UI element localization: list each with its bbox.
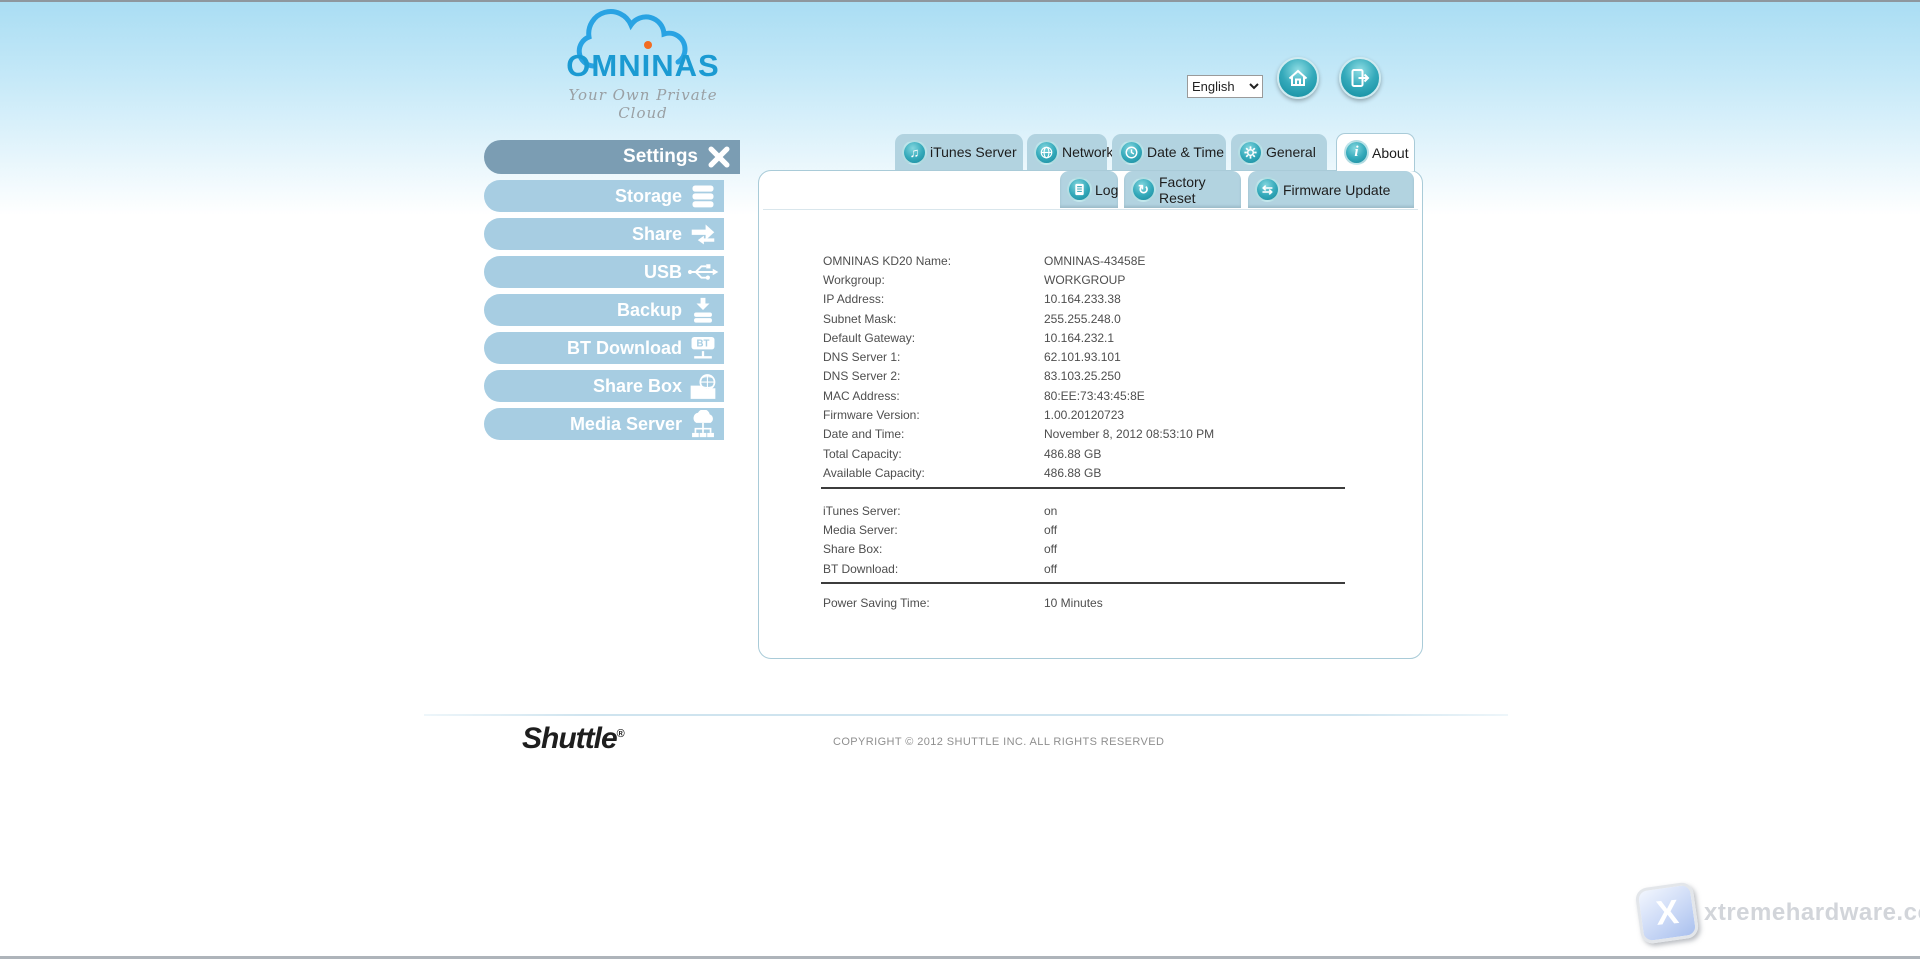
info-row: Default Gateway:10.164.232.1 — [823, 328, 1383, 347]
separator-line — [821, 582, 1345, 584]
share-box-icon — [686, 371, 720, 401]
globe-icon — [1034, 140, 1059, 165]
info-row: Available Capacity:486.88 GB — [823, 463, 1383, 482]
page: { "header": { "brand": "OMNINAS", "tagli… — [0, 0, 1920, 959]
bt-download-icon: BT — [686, 333, 720, 363]
backup-icon — [686, 295, 720, 325]
media-server-icon — [686, 409, 720, 439]
service-status-list: iTunes Server:on Media Server:off Share … — [823, 501, 1383, 578]
info-icon: i — [1344, 140, 1369, 165]
separator-line — [821, 487, 1345, 489]
info-row: OMNINAS KD20 Name:OMNINAS-43458E — [823, 251, 1383, 270]
info-row: Total Capacity:486.88 GB — [823, 444, 1383, 463]
usb-icon — [686, 257, 720, 287]
sidebar-item-share-box[interactable]: Share Box — [484, 370, 724, 402]
info-row: Firmware Version:1.00.20120723 — [823, 405, 1383, 424]
subtab-firmware-update[interactable]: ⇆ Firmware Update — [1248, 171, 1414, 208]
language-select[interactable]: English — [1187, 75, 1263, 98]
sidebar-item-usb[interactable]: USB — [484, 256, 724, 288]
sidebar: Settings Storage Share USB — [484, 140, 740, 446]
tab-general[interactable]: General — [1231, 134, 1327, 170]
home-icon — [1286, 66, 1310, 90]
xtremehardware-x-icon: X — [1634, 881, 1699, 945]
sidebar-item-media-server[interactable]: Media Server — [484, 408, 724, 440]
music-note-icon: ♫ — [902, 140, 927, 165]
service-row: iTunes Server:on — [823, 501, 1383, 520]
sidebar-item-bt-download[interactable]: BT Download BT — [484, 332, 724, 364]
brand-wordmark: OMNINAS — [548, 48, 738, 84]
subtab-log[interactable]: Log — [1060, 171, 1118, 208]
logout-button[interactable] — [1339, 57, 1381, 99]
tools-icon — [702, 142, 736, 172]
sidebar-item-settings[interactable]: Settings — [484, 140, 740, 174]
watermark-text: xtremehardware.com — [1704, 899, 1920, 927]
power-saving-row: Power Saving Time:10 Minutes — [823, 593, 1383, 612]
info-row: Subnet Mask:255.255.248.0 — [823, 309, 1383, 328]
copyright-text: COPYRIGHT © 2012 SHUTTLE INC. ALL RIGHTS… — [833, 736, 1164, 748]
info-row: DNS Server 1:62.101.93.101 — [823, 347, 1383, 366]
share-arrows-icon — [686, 219, 720, 249]
service-row: Share Box:off — [823, 540, 1383, 559]
tab-network[interactable]: Network — [1027, 134, 1107, 170]
brand-tagline: Your Own Private Cloud — [548, 86, 738, 122]
info-row: Date and Time:November 8, 2012 08:53:10 … — [823, 425, 1383, 444]
service-row: Media Server:off — [823, 520, 1383, 539]
xtremehardware-watermark: X xtremehardware.com — [1638, 885, 1920, 941]
sidebar-item-backup[interactable]: Backup — [484, 294, 724, 326]
about-panel: OMNINAS KD20 Name:OMNINAS-43458E Workgro… — [758, 170, 1423, 659]
subtab-factory-reset[interactable]: ↻ Factory Reset — [1124, 171, 1241, 208]
device-info-list: OMNINAS KD20 Name:OMNINAS-43458E Workgro… — [823, 251, 1383, 483]
log-document-icon — [1067, 177, 1092, 202]
clock-icon — [1119, 140, 1144, 165]
sidebar-item-share[interactable]: Share — [484, 218, 724, 250]
storage-disks-icon — [686, 181, 720, 211]
tab-date-time[interactable]: Date & Time — [1112, 134, 1226, 170]
footer-divider-line — [424, 714, 1508, 716]
svg-text:BT: BT — [697, 338, 710, 349]
shuttle-logo: Shuttle® — [522, 722, 624, 756]
reset-arrow-icon: ↻ — [1131, 177, 1156, 202]
info-row: MAC Address:80:EE:73:43:45:8E — [823, 386, 1383, 405]
tab-about[interactable]: i About — [1336, 133, 1415, 171]
info-row: DNS Server 2:83.103.25.250 — [823, 367, 1383, 386]
subtab-divider-line — [763, 209, 1418, 210]
update-arrows-icon: ⇆ — [1255, 177, 1280, 202]
tab-itunes-server[interactable]: ♫ iTunes Server — [895, 134, 1023, 170]
home-button[interactable] — [1277, 57, 1319, 99]
info-row: IP Address:10.164.233.38 — [823, 290, 1383, 309]
logout-icon — [1348, 66, 1372, 90]
service-row: BT Download:off — [823, 559, 1383, 578]
gear-icon — [1238, 140, 1263, 165]
sidebar-item-storage[interactable]: Storage — [484, 180, 724, 212]
top-border-line — [0, 0, 1920, 2]
omninas-logo: OMNINAS Your Own Private Cloud — [548, 8, 738, 122]
info-row: Workgroup:WORKGROUP — [823, 270, 1383, 289]
orange-dot-icon — [644, 41, 652, 49]
